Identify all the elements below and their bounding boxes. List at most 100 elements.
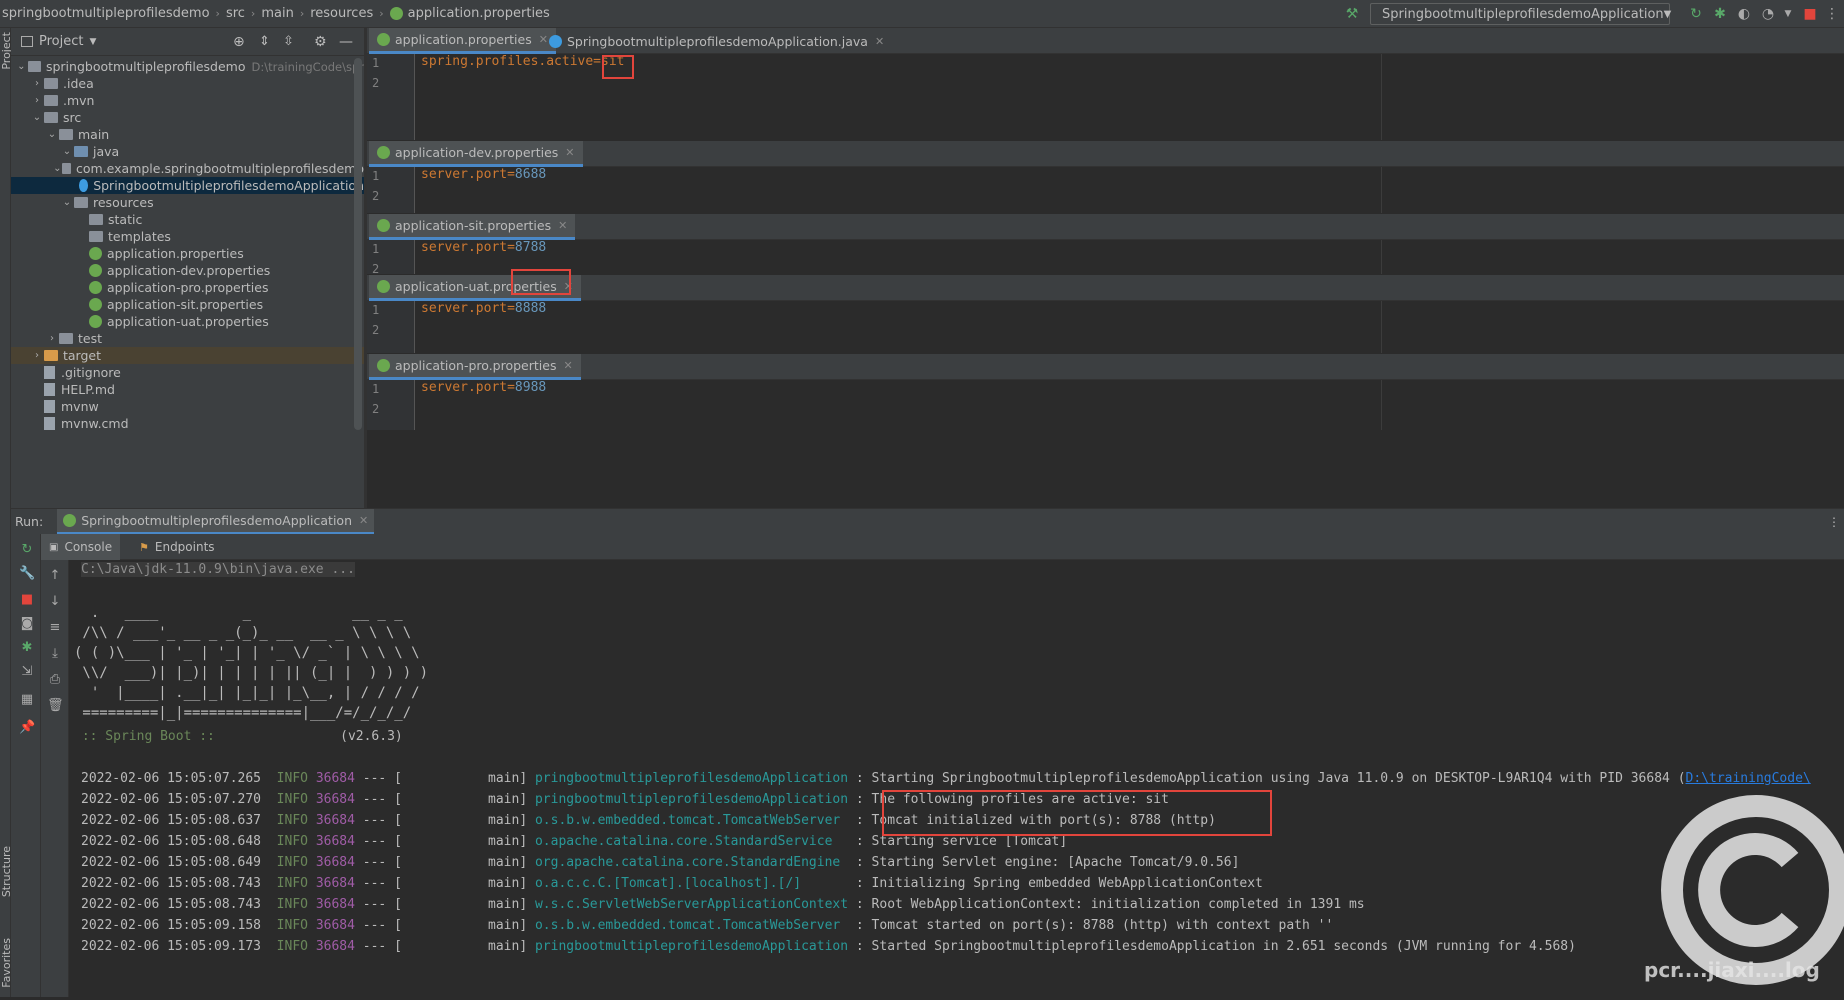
banner-line: =========|_|==============|___/=/_/_/_/ bbox=[74, 705, 412, 721]
log-path-link[interactable]: D:\trainingCode\ bbox=[1686, 771, 1811, 786]
profile-icon[interactable]: ◔ bbox=[1760, 6, 1776, 22]
spring-boot-icon bbox=[63, 513, 77, 527]
tree-item[interactable]: .gitignore bbox=[11, 364, 364, 381]
chevron-right-icon[interactable]: › bbox=[30, 350, 44, 361]
log-timestamp: 2022-02-06 15:05:07.265 bbox=[81, 771, 262, 786]
chevron-down-icon[interactable]: ⌄ bbox=[53, 163, 62, 174]
code-line[interactable]: server.port=8888 bbox=[421, 301, 546, 316]
collapse-all-icon[interactable]: ⇳ bbox=[283, 34, 294, 49]
tree-item[interactable]: › .idea bbox=[11, 75, 364, 92]
editor-tab[interactable]: application-dev.properties ✕ bbox=[369, 141, 583, 167]
tree-scrollbar[interactable] bbox=[354, 58, 362, 430]
tree-item[interactable]: application.properties bbox=[11, 245, 364, 262]
breadcrumb-item[interactable]: main bbox=[261, 6, 293, 21]
breadcrumb-item[interactable]: src bbox=[226, 6, 245, 21]
down-arrow-icon[interactable]: ↓ bbox=[47, 594, 63, 610]
tree-item[interactable]: application-dev.properties bbox=[11, 262, 364, 279]
close-icon[interactable]: ✕ bbox=[558, 219, 567, 232]
chevron-right-icon[interactable]: › bbox=[30, 95, 44, 106]
log-pid: 36684 bbox=[315, 918, 355, 933]
more-icon[interactable]: ⋮ bbox=[1824, 6, 1840, 22]
tree-item-label: .mvn bbox=[63, 93, 95, 108]
close-icon[interactable]: ✕ bbox=[875, 35, 884, 48]
chevron-down-icon[interactable]: ⌄ bbox=[15, 61, 28, 72]
chevron-down-icon[interactable]: ▼ bbox=[89, 37, 96, 47]
code-editor[interactable]: 1 server.port=8988 2 bbox=[367, 380, 1844, 430]
expand-all-icon[interactable]: ⇕ bbox=[259, 34, 270, 49]
chevron-down-icon[interactable]: ⌄ bbox=[45, 129, 59, 140]
code-editor[interactable]: 1 spring.profiles.active=sit 2 bbox=[367, 54, 1844, 140]
pin-icon[interactable]: 📌 bbox=[19, 720, 35, 736]
code-editor[interactable]: 1 server.port=8688 2 bbox=[367, 167, 1844, 213]
stop-icon[interactable]: ■ bbox=[1802, 6, 1818, 22]
chevron-down-icon[interactable]: ⌄ bbox=[30, 112, 44, 123]
debug-icon[interactable]: ✱ bbox=[19, 640, 35, 656]
tree-item[interactable]: › target bbox=[11, 347, 364, 364]
soft-wrap-icon[interactable]: ≡ bbox=[47, 620, 63, 636]
layout-icon[interactable]: ▦ bbox=[19, 692, 35, 708]
code-editor[interactable]: 1 server.port=8888 2 bbox=[367, 301, 1844, 353]
rerun-icon[interactable]: ↻ bbox=[1688, 6, 1704, 22]
editor-tab[interactable]: application-pro.properties ✕ bbox=[369, 354, 581, 380]
chevron-down-icon[interactable]: ▼ bbox=[1780, 6, 1796, 22]
close-icon[interactable]: ✕ bbox=[563, 359, 572, 372]
tree-item[interactable]: ⌄ springbootmultipleprofilesdemo D:\traini… bbox=[11, 58, 364, 75]
code-editor[interactable]: 1 server.port=8788 2 bbox=[367, 240, 1844, 276]
hide-icon[interactable]: — bbox=[339, 34, 353, 50]
tree-item[interactable]: ⌄ java bbox=[11, 143, 364, 160]
run-configuration-select[interactable]: SpringbootmultipleprofilesdemoApplicatio… bbox=[1370, 3, 1671, 25]
tree-item[interactable]: mvnw.cmd bbox=[11, 415, 364, 432]
code-line[interactable]: spring.profiles.active=sit bbox=[421, 54, 625, 69]
editor-tab[interactable]: SpringbootmultipleprofilesdemoApplicatio… bbox=[541, 28, 892, 54]
trash-icon[interactable]: 🗑 bbox=[47, 698, 64, 714]
tree-item[interactable]: application-pro.properties bbox=[11, 279, 364, 296]
tree-item[interactable]: ⌄ src bbox=[11, 109, 364, 126]
up-arrow-icon[interactable]: ↑ bbox=[47, 568, 63, 584]
scroll-to-end-icon[interactable]: ⤓ bbox=[47, 646, 63, 662]
gear-icon[interactable]: ⚙ bbox=[314, 34, 327, 50]
tree-item[interactable]: static bbox=[11, 211, 364, 228]
editor-tab[interactable]: application.properties ✕ bbox=[369, 28, 556, 54]
tab-console[interactable]: ▣ Console bbox=[41, 534, 121, 560]
wrench-icon[interactable]: 🔧 bbox=[19, 566, 35, 582]
project-panel-title[interactable]: Project bbox=[39, 34, 83, 49]
close-icon[interactable]: ✕ bbox=[565, 146, 574, 159]
breadcrumb-item[interactable]: springbootmultipleprofilesdemo bbox=[2, 6, 210, 21]
chevron-right-icon[interactable]: › bbox=[45, 333, 59, 344]
code-line[interactable]: server.port=8788 bbox=[421, 240, 546, 255]
tree-item[interactable]: ⌄ com.example.springbootmultipleprofilesd… bbox=[11, 160, 364, 177]
tree-item[interactable]: ⌄ main bbox=[11, 126, 364, 143]
chevron-down-icon[interactable]: ⌄ bbox=[60, 197, 74, 208]
tree-item[interactable]: HELP.md bbox=[11, 381, 364, 398]
debug-icon[interactable]: ✱ bbox=[1712, 6, 1728, 22]
tree-item[interactable]: mvnw bbox=[11, 398, 364, 415]
more-icon[interactable]: ⋮ bbox=[1828, 515, 1840, 529]
tree-item[interactable]: › .mvn bbox=[11, 92, 364, 109]
print-icon[interactable]: ⎙ bbox=[47, 672, 63, 688]
tree-item[interactable]: application-uat.properties bbox=[11, 313, 364, 330]
exit-icon[interactable]: ⇲ bbox=[19, 664, 35, 680]
camera-icon[interactable]: ◙ bbox=[19, 616, 35, 632]
tree-item[interactable]: › test bbox=[11, 330, 364, 347]
chevron-right-icon[interactable]: › bbox=[30, 78, 44, 89]
tree-item[interactable]: SpringbootmultipleprofilesdemoApplicatio… bbox=[11, 177, 364, 194]
tree-item[interactable]: templates bbox=[11, 228, 364, 245]
breadcrumb-item[interactable]: resources bbox=[310, 6, 373, 21]
file-icon bbox=[44, 400, 55, 413]
coverage-icon[interactable]: ◐ bbox=[1736, 6, 1752, 22]
breadcrumb-item[interactable]: application.properties bbox=[408, 6, 550, 21]
close-icon[interactable]: ✕ bbox=[359, 514, 368, 527]
chevron-down-icon[interactable]: ⌄ bbox=[60, 146, 74, 157]
stop-icon[interactable]: ■ bbox=[19, 592, 35, 608]
editor-tab[interactable]: application-sit.properties ✕ bbox=[369, 214, 576, 240]
code-line[interactable]: server.port=8988 bbox=[421, 380, 546, 395]
hammer-icon[interactable]: ⚒ bbox=[1344, 6, 1360, 22]
locate-icon[interactable]: ⊕ bbox=[233, 34, 245, 50]
code-line[interactable]: server.port=8688 bbox=[421, 167, 546, 182]
tree-item[interactable]: application-sit.properties bbox=[11, 296, 364, 313]
rerun-icon[interactable]: ↻ bbox=[19, 542, 35, 558]
tab-endpoints[interactable]: ⚑ Endpoints bbox=[131, 534, 223, 560]
console-output[interactable]: C:\Java\jdk-11.0.9\bin\java.exe ... . __… bbox=[69, 560, 1844, 997]
tree-item[interactable]: ⌄ resources bbox=[11, 194, 364, 211]
run-tab[interactable]: SpringbootmultipleprofilesdemoApplicatio… bbox=[57, 508, 375, 535]
